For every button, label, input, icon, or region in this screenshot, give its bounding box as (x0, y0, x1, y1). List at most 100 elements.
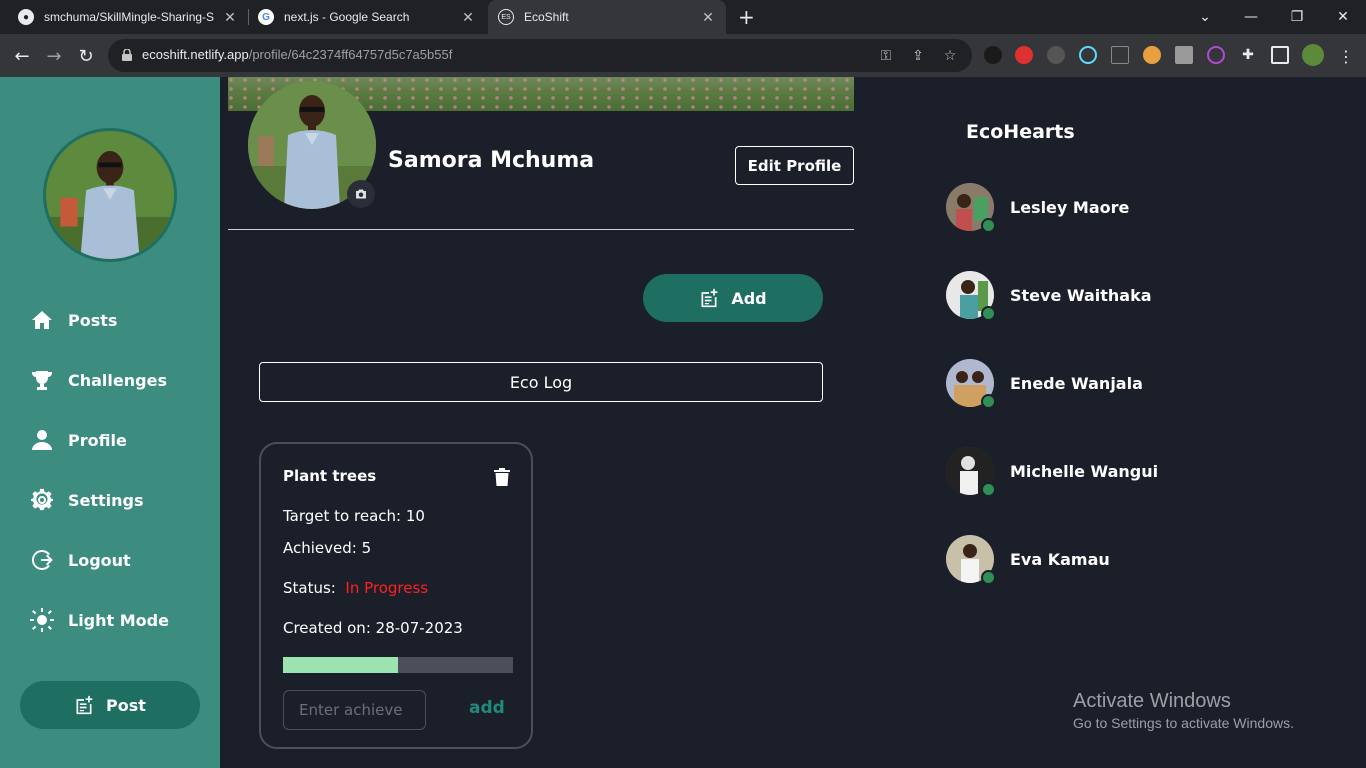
ecohearts-title: EcoHearts (966, 121, 1075, 143)
add-button[interactable]: Add (643, 274, 823, 322)
online-status-dot (981, 482, 996, 497)
created-row: Created on: 28-07-2023 (283, 619, 463, 637)
sidebar: Posts Challenges Profile Settings Logout… (0, 77, 220, 768)
post-button[interactable]: Post (20, 681, 200, 729)
restore-icon[interactable]: ❐ (1274, 0, 1320, 34)
windows-activation-watermark: Activate Windows Go to Settings to activ… (1073, 690, 1294, 731)
sidebar-item-settings[interactable]: Settings (30, 485, 144, 515)
divider (228, 229, 854, 230)
close-window-icon[interactable]: ✕ (1320, 0, 1366, 34)
ecoshift-icon: ES (498, 9, 514, 25)
menu-icon[interactable]: ⋮ (1334, 44, 1358, 68)
card-title: Plant trees (283, 467, 377, 485)
trophy-icon (32, 371, 52, 390)
gear-icon (30, 488, 53, 511)
online-status-dot (981, 394, 996, 409)
sidebar-item-logout[interactable]: Logout (30, 545, 131, 575)
avatar[interactable] (43, 128, 177, 262)
post-add-icon (701, 288, 718, 308)
browser-profile-avatar[interactable] (1302, 44, 1324, 66)
side-panel-icon[interactable] (1271, 46, 1289, 64)
github-icon: ● (18, 9, 34, 25)
google-icon: G (258, 9, 274, 25)
friend-name: Enede Wanjala (1010, 373, 1143, 393)
sidebar-item-label: Logout (68, 550, 131, 570)
user-icon (32, 430, 52, 450)
new-tab-icon[interactable]: + (738, 5, 755, 29)
extension-dark-icon[interactable] (1047, 46, 1065, 64)
trash-icon[interactable] (494, 468, 510, 486)
add-button-label: Add (731, 288, 767, 308)
online-status-dot (981, 306, 996, 321)
achieve-input[interactable] (283, 690, 426, 730)
close-tab-icon[interactable]: ✕ (700, 9, 716, 26)
key-icon[interactable]: ⚿ (876, 46, 896, 66)
extension-gray-icon[interactable] (1175, 46, 1193, 64)
sidebar-item-posts[interactable]: Posts (30, 305, 117, 335)
extension-react-icon[interactable] (1079, 46, 1097, 64)
friend-item[interactable]: Enede Wanjala (946, 359, 1143, 409)
home-icon (32, 311, 52, 329)
edit-profile-button[interactable]: Edit Profile (735, 146, 854, 185)
add-achieve-button[interactable]: add (469, 698, 505, 718)
sun-icon (30, 608, 54, 632)
achieved-row: Achieved: 5 (283, 539, 371, 557)
trash-glyph (494, 468, 510, 486)
browser-tab-bar: ● smchuma/SkillMingle-Sharing-S ✕ G next… (0, 0, 1366, 34)
sidebar-item-label: Settings (68, 490, 144, 510)
extension-mask-icon[interactable] (984, 46, 1002, 64)
minimize-icon[interactable]: — (1228, 0, 1274, 34)
logout-icon (32, 550, 53, 570)
online-status-dot (981, 570, 996, 585)
sidebar-item-light-mode[interactable]: Light Mode (30, 605, 169, 635)
friend-item[interactable]: Eva Kamau (946, 535, 1110, 585)
extension-code-icon[interactable] (1207, 46, 1225, 64)
close-tab-icon[interactable]: ✕ (460, 9, 476, 26)
sidebar-item-label: Profile (68, 430, 127, 450)
tab-search-icon[interactable]: ⌄ (1182, 0, 1228, 34)
bookmark-star-icon[interactable]: ☆ (940, 46, 960, 66)
sidebar-item-label: Light Mode (68, 610, 169, 630)
tab-title: next.js - Google Search (284, 10, 410, 24)
friend-name: Lesley Maore (1010, 197, 1130, 217)
url-host: ecoshift.netlify.app (142, 47, 249, 62)
camera-glyph (356, 189, 366, 199)
achieved-label: Achieved: (283, 539, 357, 557)
target-label: Target to reach: (283, 507, 402, 525)
url-text: ecoshift.netlify.app/profile/64c2374ff64… (142, 47, 452, 62)
sidebar-item-label: Posts (68, 310, 118, 330)
browser-tab-ecoshift[interactable]: ES EcoShift ✕ (488, 0, 726, 34)
browser-toolbar: ← → ↻ ecoshift.netlify.app/profile/64c23… (0, 34, 1366, 77)
progress-fill (283, 657, 398, 673)
online-status-dot (981, 218, 996, 233)
puzzle-icon[interactable]: ✚ (1239, 46, 1257, 64)
status-row: Status: In Progress (283, 579, 428, 597)
friend-item[interactable]: Lesley Maore (946, 183, 1130, 233)
forward-icon[interactable]: → (42, 44, 66, 68)
friend-item[interactable]: Michelle Wangui (946, 447, 1159, 497)
friend-name: Michelle Wangui (1010, 461, 1159, 481)
browser-tab-github[interactable]: ● smchuma/SkillMingle-Sharing-S ✕ (8, 0, 248, 34)
friend-name: Steve Waithaka (1010, 285, 1152, 305)
friend-item[interactable]: Steve Waithaka (946, 271, 1152, 321)
target-value: 10 (405, 507, 425, 525)
extension-stop-icon[interactable] (1015, 46, 1033, 64)
watermark-subtitle: Go to Settings to activate Windows. (1073, 715, 1294, 731)
share-icon[interactable]: ⇪ (908, 46, 928, 66)
browser-tab-google[interactable]: G next.js - Google Search ✕ (248, 0, 486, 34)
reload-icon[interactable]: ↻ (74, 44, 98, 68)
sidebar-item-challenges[interactable]: Challenges (30, 365, 167, 395)
created-value: 28-07-2023 (375, 619, 463, 637)
sidebar-item-profile[interactable]: Profile (30, 425, 127, 455)
target-row: Target to reach: 10 (283, 507, 425, 525)
sidebar-item-label: Challenges (68, 370, 167, 390)
camera-icon[interactable] (347, 180, 375, 208)
extension-list-icon[interactable] (1111, 46, 1129, 64)
close-tab-icon[interactable]: ✕ (222, 9, 238, 26)
progress-bar (283, 657, 513, 673)
person-photo (46, 131, 174, 259)
address-bar[interactable]: ecoshift.netlify.app/profile/64c2374ff64… (108, 39, 972, 72)
extension-glasses-icon[interactable] (1143, 46, 1161, 64)
eco-log-button[interactable]: Eco Log (259, 362, 823, 402)
back-icon[interactable]: ← (10, 44, 34, 68)
